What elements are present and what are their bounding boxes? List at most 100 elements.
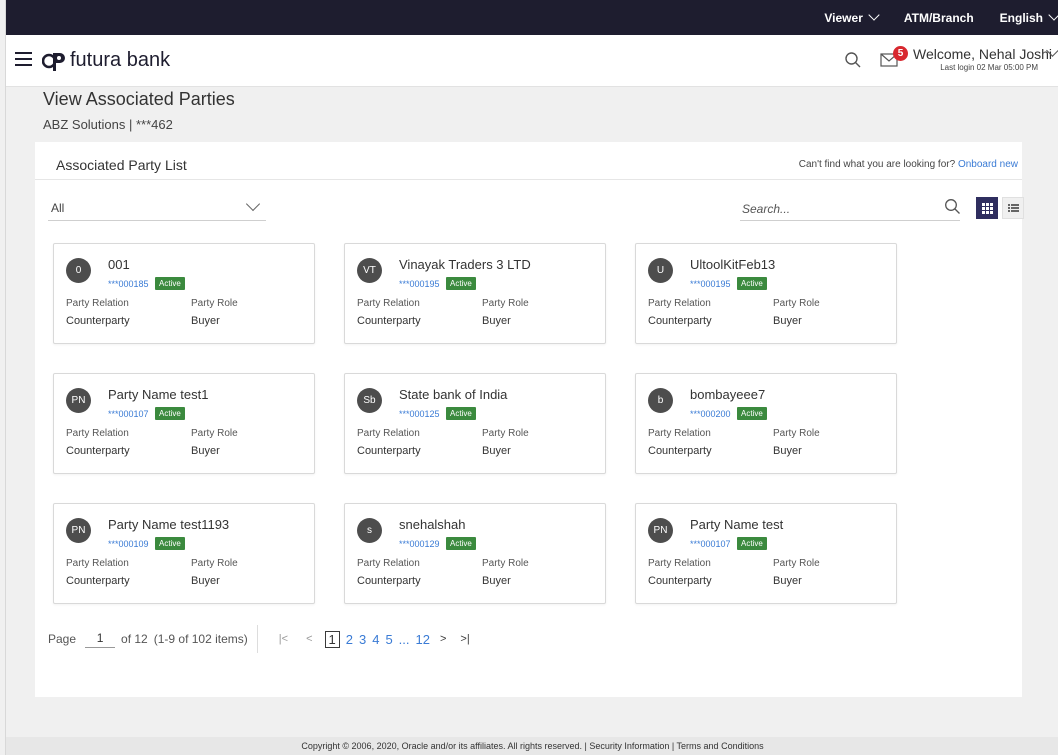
party-card[interactable]: PN Party Name test1 ***000107 Active Par… xyxy=(53,373,315,474)
onboard-new-link[interactable]: Onboard new xyxy=(958,159,1018,170)
party-name: Vinayak Traders 3 LTD xyxy=(399,257,531,272)
party-relation-label: Party Relation xyxy=(357,428,420,439)
party-role-label: Party Role xyxy=(482,298,529,309)
status-badge: Active xyxy=(737,407,767,420)
party-name: Party Name test1 xyxy=(108,387,209,402)
party-subtitle: ABZ Solutions | ***462 xyxy=(43,117,173,132)
page-link-1[interactable]: 1 xyxy=(324,630,340,648)
list-icon xyxy=(1008,204,1019,212)
party-relation-label: Party Relation xyxy=(648,428,711,439)
party-name: Party Name test1193 xyxy=(108,517,230,532)
brand-logo[interactable]: futura bank xyxy=(42,49,170,72)
party-card[interactable]: PN Party Name test ***000107 Active Part… xyxy=(635,503,897,604)
page-link-4[interactable]: 4 xyxy=(372,632,379,647)
user-menu[interactable]: Welcome, Nehal Joshi Last login 02 Mar 0… xyxy=(913,44,1058,72)
search-icon[interactable] xyxy=(944,198,961,215)
avatar: VT xyxy=(357,258,382,283)
party-role-value: Buyer xyxy=(773,575,802,587)
footer: Copyright © 2006, 2020, Oracle and/or it… xyxy=(6,737,1058,755)
grid-view-button[interactable] xyxy=(976,197,998,219)
chevron-down-icon xyxy=(868,9,880,21)
party-account: ***000195 xyxy=(399,279,440,289)
associated-party-panel: Associated Party List Can't find what yo… xyxy=(35,142,1024,697)
avatar: 0 xyxy=(66,258,91,283)
party-account: ***000109 xyxy=(108,539,149,549)
party-role-value: Buyer xyxy=(773,315,802,327)
party-card[interactable]: PN Party Name test1193 ***000109 Active … xyxy=(53,503,315,604)
party-name: snehalshah xyxy=(399,517,466,532)
avatar: b xyxy=(648,388,673,413)
atm-branch-link[interactable]: ATM/Branch xyxy=(904,11,974,25)
page-ellipsis: ... xyxy=(398,631,410,647)
status-badge: Active xyxy=(446,407,476,420)
status-badge: Active xyxy=(155,537,185,550)
language-label: English xyxy=(999,10,1043,25)
party-card[interactable]: Sb State bank of India ***000125 Active … xyxy=(344,373,606,474)
chevron-down-icon xyxy=(1048,9,1058,21)
party-card[interactable]: s snehalshah ***000129 Active Party Rela… xyxy=(344,503,606,604)
party-card[interactable]: U UltoolKitFeb13 ***000195 Active Party … xyxy=(635,243,897,344)
header: futura bank 5 Welcome, Nehal Joshi Last … xyxy=(6,35,1058,87)
party-relation-value: Counterparty xyxy=(648,575,712,587)
next-page-icon[interactable]: > xyxy=(440,633,446,645)
page-link-5[interactable]: 5 xyxy=(385,632,392,647)
party-relation-label: Party Relation xyxy=(357,558,420,569)
party-account: ***000185 xyxy=(108,279,149,289)
panel-title: Associated Party List xyxy=(56,157,187,173)
party-role-label: Party Role xyxy=(482,428,529,439)
party-relation-value: Counterparty xyxy=(648,445,712,457)
pager-divider xyxy=(256,625,258,653)
onboard-prompt: Can't find what you are looking for? Onb… xyxy=(799,159,1018,170)
search-input[interactable]: Search... xyxy=(740,195,960,221)
party-role-label: Party Role xyxy=(773,558,820,569)
party-relation-label: Party Relation xyxy=(648,298,711,309)
language-menu[interactable]: English xyxy=(999,9,1058,25)
first-page-icon[interactable]: |< xyxy=(279,633,288,645)
last-page-icon[interactable]: >| xyxy=(460,633,469,645)
mail-count-badge: 5 xyxy=(893,46,908,61)
party-card[interactable]: b bombayeee7 ***000200 Active Party Rela… xyxy=(635,373,897,474)
party-name: Party Name test xyxy=(690,517,784,532)
party-role-label: Party Role xyxy=(191,558,238,569)
top-bar: Viewer ATM/Branch English xyxy=(6,0,1058,35)
avatar: PN xyxy=(66,518,91,543)
party-card[interactable]: VT Vinayak Traders 3 LTD ***000195 Activ… xyxy=(344,243,606,344)
status-badge: Active xyxy=(737,277,767,290)
avatar: PN xyxy=(648,518,673,543)
status-badge: Active xyxy=(446,537,476,550)
status-badge: Active xyxy=(737,537,767,550)
page-of-label: of 12 xyxy=(121,632,148,646)
menu-icon[interactable] xyxy=(15,52,32,66)
search-icon[interactable] xyxy=(844,51,862,69)
list-view-button[interactable] xyxy=(1002,197,1024,219)
party-role-label: Party Role xyxy=(773,428,820,439)
party-card[interactable]: 0 001 ***000185 Active Party Relation Pa… xyxy=(53,243,315,344)
items-range-label: (1-9 of 102 items) xyxy=(153,632,248,646)
page-label: Page xyxy=(48,632,77,646)
welcome-text: Welcome, Nehal Joshi xyxy=(913,46,1053,62)
party-role-label: Party Role xyxy=(773,298,820,309)
viewer-menu[interactable]: Viewer xyxy=(824,9,880,25)
status-filter-select[interactable]: All xyxy=(48,195,266,221)
previous-page-icon[interactable]: < xyxy=(306,633,312,645)
party-relation-label: Party Relation xyxy=(66,428,129,439)
party-role-label: Party Role xyxy=(191,428,238,439)
party-name: UltoolKitFeb13 xyxy=(690,257,776,272)
party-relation-label: Party Relation xyxy=(648,558,711,569)
party-role-value: Buyer xyxy=(191,315,220,327)
filter-value: All xyxy=(51,201,65,215)
page-link-2[interactable]: 2 xyxy=(346,632,353,647)
party-role-value: Buyer xyxy=(191,445,220,457)
party-relation-value: Counterparty xyxy=(66,315,130,327)
page-link-12[interactable]: 12 xyxy=(416,632,430,647)
app-shell: Viewer ATM/Branch English futura bank 5 … xyxy=(5,0,1058,755)
party-role-label: Party Role xyxy=(191,298,238,309)
party-account: ***000107 xyxy=(690,539,731,549)
onboard-prompt-text: Can't find what you are looking for? xyxy=(798,159,956,170)
page-link-3[interactable]: 3 xyxy=(359,632,366,647)
party-name: State bank of India xyxy=(399,387,508,402)
party-name: 001 xyxy=(108,257,130,272)
status-badge: Active xyxy=(155,407,185,420)
party-relation-value: Counterparty xyxy=(648,315,712,327)
page-number-input[interactable]: 1 xyxy=(85,631,116,648)
